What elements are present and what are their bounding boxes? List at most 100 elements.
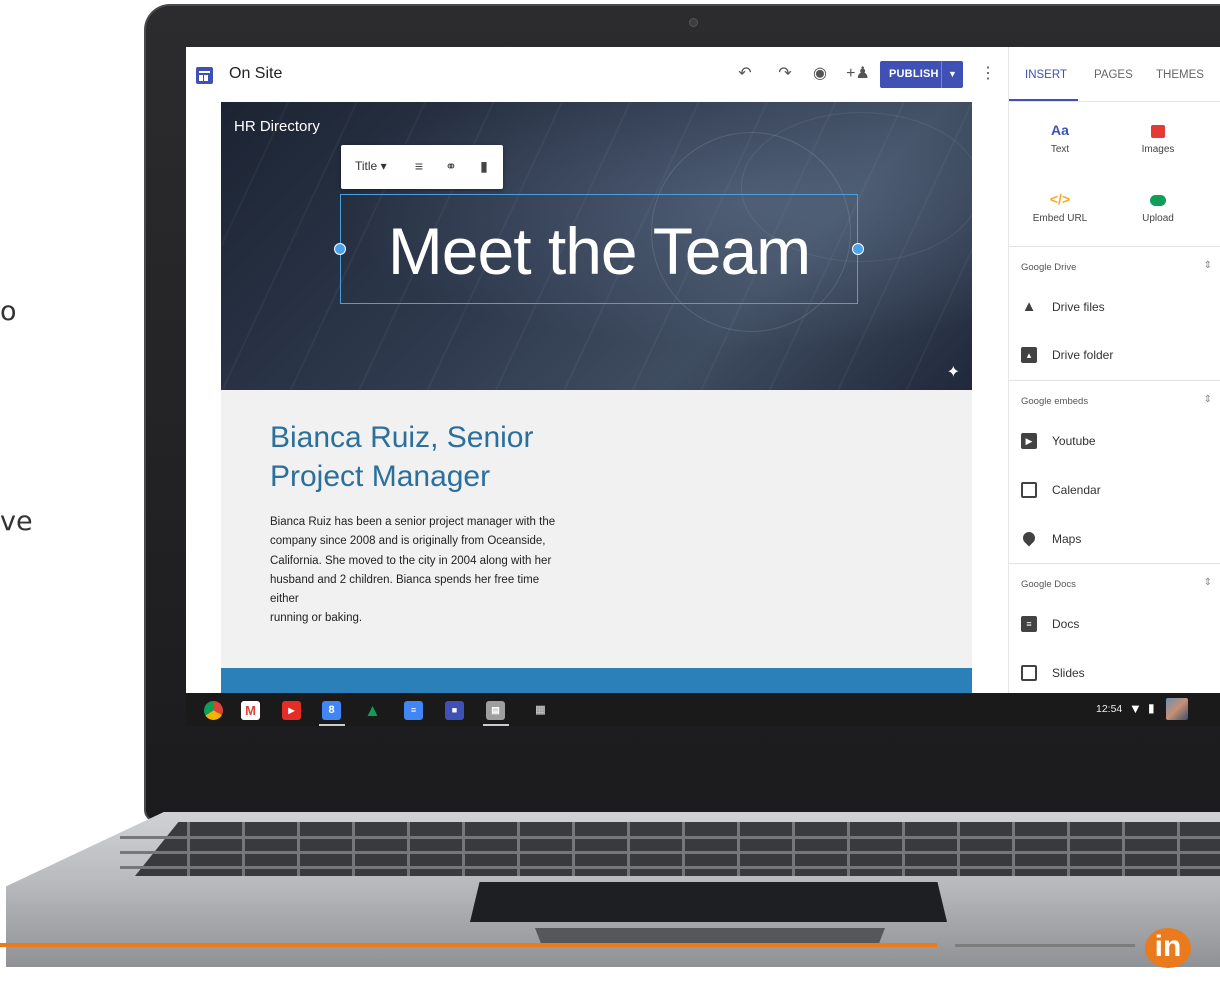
- align-left-icon[interactable]: ≡: [409, 156, 429, 176]
- link-icon[interactable]: ⚭: [441, 156, 461, 176]
- share-add-person-icon[interactable]: +♟: [846, 62, 870, 86]
- laptop-screen: On Site ↶ ↷ ◉ +♟ PUBLISH ▼ ⋮ HR Director…: [186, 47, 1220, 726]
- docs-icon: ≡: [1021, 616, 1037, 632]
- chromeos-shelf: M ▶ 8 ▲ ≡ ■ ▤ ▦ 12:54 ▼ ▮: [186, 693, 1220, 726]
- panel-item-drive-files[interactable]: ▲ Drive files: [1021, 296, 1211, 320]
- person-heading[interactable]: Bianca Ruiz, Senior Project Manager: [270, 418, 610, 496]
- upload-cloud-icon: [1113, 189, 1203, 209]
- tile-label: Text: [1050, 144, 1070, 155]
- youtube-icon[interactable]: ▶: [282, 701, 301, 720]
- person-heading-line: Bianca Ruiz, Senior: [270, 421, 534, 454]
- page-name[interactable]: HR Directory: [234, 118, 320, 135]
- publish-dropdown-icon[interactable]: ▼: [941, 61, 963, 88]
- more-options-icon[interactable]: ⋮: [980, 62, 996, 86]
- collapse-chevron-icon[interactable]: ⇕: [1204, 394, 1212, 405]
- publish-button[interactable]: PUBLISH ▼: [880, 61, 963, 88]
- section-header-google-docs[interactable]: Google Docs: [1021, 579, 1076, 590]
- app-bar: On Site ↶ ↷ ◉ +♟ PUBLISH ▼ ⋮: [186, 47, 1008, 102]
- panel-item-label: Maps: [1052, 532, 1082, 546]
- panel-item-youtube[interactable]: ▶ Youtube: [1021, 430, 1211, 454]
- image-icon: [1113, 120, 1203, 140]
- footer-gray-rule: [955, 944, 1135, 947]
- panel-item-docs[interactable]: ≡ Docs: [1021, 613, 1211, 637]
- gmail-icon[interactable]: M: [241, 701, 260, 720]
- panel-item-drive-folder[interactable]: ▴ Drive folder: [1021, 344, 1211, 368]
- hero-title[interactable]: Meet the Team: [341, 213, 857, 289]
- calendar-icon: [1021, 482, 1037, 498]
- keyboard-row-gap: [120, 851, 1220, 854]
- keyboard-row-gap: [120, 866, 1220, 869]
- tile-label: Upload: [1142, 213, 1174, 224]
- panel-item-calendar[interactable]: Calendar: [1021, 479, 1211, 503]
- person-bio[interactable]: Bianca Ruiz has been a senior project ma…: [270, 513, 570, 629]
- sparkle-icon[interactable]: ✦: [947, 362, 960, 382]
- bio-line: Bianca Ruiz has been a senior project ma…: [270, 516, 556, 528]
- bio-line: husband and 2 children. Bianca spends he…: [270, 573, 540, 606]
- google-search-icon[interactable]: 8: [322, 701, 341, 720]
- google-drive-icon: ▲: [1021, 298, 1037, 315]
- chrome-browser-icon[interactable]: [204, 701, 223, 720]
- panel-item-label: Drive files: [1052, 300, 1105, 314]
- slide-text-fragment: ve: [0, 506, 33, 537]
- running-app-indicator: [483, 724, 509, 726]
- panel-item-maps[interactable]: Maps: [1020, 528, 1211, 552]
- google-drive-icon[interactable]: ▲: [363, 701, 382, 720]
- running-app-indicator: [319, 724, 345, 726]
- site-title[interactable]: On Site: [229, 65, 282, 83]
- text-format-toolbar: Title ▾ ≡ ⚭ ▮: [341, 145, 503, 189]
- bio-line: California. She moved to the city in 200…: [270, 554, 552, 567]
- insert-images-tile[interactable]: Images: [1113, 120, 1203, 155]
- undo-icon[interactable]: ↶: [733, 62, 757, 86]
- section-header-google-drive[interactable]: Google Drive: [1021, 262, 1076, 273]
- collapse-chevron-icon[interactable]: ⇕: [1204, 577, 1212, 588]
- section-divider: [1009, 380, 1220, 381]
- tile-label: Images: [1141, 144, 1175, 155]
- person-heading-line: Project Manager: [270, 460, 491, 493]
- title-text-box[interactable]: Meet the Team: [334, 194, 864, 304]
- panel-item-slides[interactable]: Slides: [1021, 662, 1211, 686]
- tab-pages[interactable]: PAGES: [1094, 69, 1133, 81]
- section-divider: [1009, 563, 1220, 564]
- panel-item-label: Calendar: [1052, 483, 1101, 497]
- tile-label: Embed URL: [1032, 213, 1088, 224]
- tab-themes[interactable]: THEMES: [1156, 69, 1204, 81]
- user-avatar[interactable]: [1166, 698, 1188, 720]
- page-canvas: HR Directory Title ▾ ≡ ⚭ ▮ Meet the Team…: [186, 102, 1008, 726]
- slide-text-fragment: o: [0, 296, 17, 327]
- redo-icon[interactable]: ↷: [773, 62, 797, 86]
- docs-icon[interactable]: ≡: [404, 701, 423, 720]
- section-divider: [1009, 246, 1220, 247]
- bio-line: running or baking.: [270, 612, 363, 625]
- map-pin-icon: [1020, 529, 1038, 547]
- collapse-chevron-icon[interactable]: ⇕: [1204, 260, 1212, 271]
- hero-section[interactable]: HR Directory Title ▾ ≡ ⚭ ▮ Meet the Team…: [221, 102, 981, 390]
- sites-logo-icon[interactable]: [196, 67, 213, 84]
- text-aa-icon: Aa: [1051, 122, 1069, 138]
- trackpad: [470, 882, 947, 922]
- insert-panel: INSERT PAGES THEMES Aa Text Images </> E…: [1008, 47, 1220, 726]
- panel-item-label: Youtube: [1052, 434, 1096, 448]
- webcam: [689, 18, 698, 27]
- delete-icon[interactable]: ▮: [474, 156, 494, 176]
- insert-embed-url-tile[interactable]: </> Embed URL: [1015, 189, 1105, 224]
- preview-eye-icon[interactable]: ◉: [808, 62, 832, 86]
- bio-line: company since 2008 and is originally fro…: [270, 535, 546, 548]
- content-section[interactable]: Bianca Ruiz, Senior Project Manager Bian…: [221, 390, 972, 668]
- system-clock[interactable]: 12:54: [1096, 703, 1122, 715]
- battery-icon[interactable]: ▮: [1148, 701, 1155, 715]
- youtube-play-icon: ▶: [1021, 433, 1037, 449]
- text-style-dropdown[interactable]: Title ▾: [355, 159, 387, 173]
- printer-icon[interactable]: ▤: [486, 701, 505, 720]
- publish-label: PUBLISH: [889, 68, 939, 80]
- embed-code-icon: </>: [1049, 191, 1071, 207]
- panel-item-label: Slides: [1052, 666, 1085, 680]
- wifi-icon[interactable]: ▼: [1129, 701, 1142, 716]
- insert-text-tile[interactable]: Aa Text: [1015, 120, 1105, 155]
- tab-insert[interactable]: INSERT: [1025, 69, 1067, 81]
- app-launcher-icon[interactable]: ▦: [531, 701, 550, 720]
- insert-upload-tile[interactable]: Upload: [1113, 189, 1203, 224]
- section-header-google-embeds[interactable]: Google embeds: [1021, 396, 1088, 407]
- drive-folder-icon: ▴: [1021, 347, 1037, 363]
- files-icon[interactable]: ■: [445, 701, 464, 720]
- keyboard-row-gap: [120, 836, 1220, 839]
